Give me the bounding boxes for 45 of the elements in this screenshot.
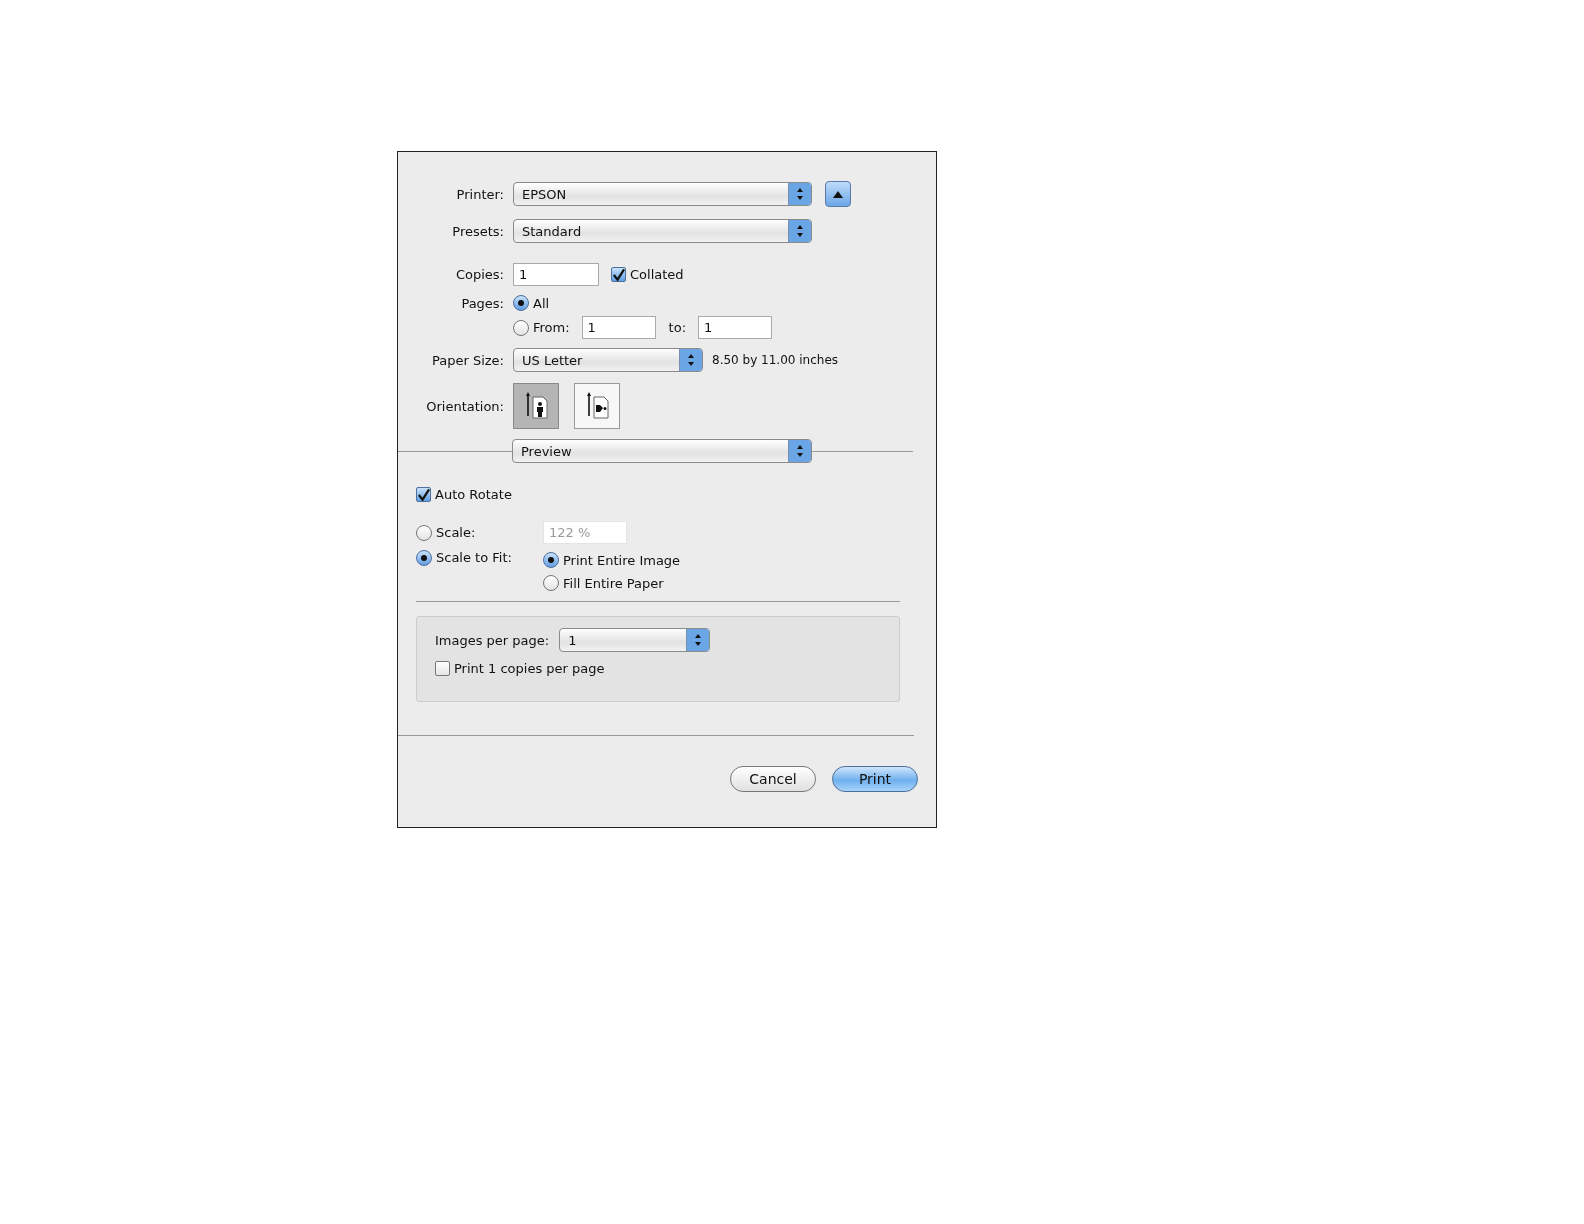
updown-arrows-icon xyxy=(686,629,710,651)
updown-arrows-icon xyxy=(788,220,811,242)
field-label: Pages: xyxy=(460,295,504,311)
radio-label: Scale: xyxy=(436,525,477,540)
radio-button[interactable] xyxy=(513,295,529,311)
radio-label: From: xyxy=(533,320,570,335)
field-label: to: xyxy=(668,320,687,335)
updown-arrows-icon xyxy=(788,440,811,462)
print-button[interactable]: Print xyxy=(832,766,918,792)
checkbox[interactable] xyxy=(435,661,450,676)
field-label: Images per page: xyxy=(435,632,550,648)
presets-popup[interactable]: Standard xyxy=(513,219,812,243)
printer-popup[interactable]: EPSON xyxy=(513,182,812,206)
radio-label: Fill Entire Paper xyxy=(563,575,664,591)
checkbox-label: Collated xyxy=(630,267,684,282)
updown-arrows-icon xyxy=(788,183,811,205)
updown-arrows-icon xyxy=(679,349,702,371)
disclosure-button[interactable] xyxy=(825,181,851,207)
radio-button[interactable] xyxy=(543,552,559,568)
copies-field[interactable]: 1 xyxy=(513,263,599,286)
images-per-page-popup[interactable]: 1 xyxy=(559,628,711,652)
radio-label: Print Entire Image xyxy=(563,552,681,568)
checkbox-label: Print 1 copies per page xyxy=(454,661,605,676)
field-label: Paper Size: xyxy=(431,352,504,368)
radio-button[interactable] xyxy=(416,550,432,566)
radio-label: All xyxy=(533,295,550,311)
section-popup[interactable]: Preview xyxy=(512,439,812,463)
checkbox-label: Auto Rotate xyxy=(435,487,512,502)
radio-label: Scale to Fit: xyxy=(436,550,513,565)
to-field[interactable]: 1 xyxy=(698,316,773,339)
radio-button[interactable] xyxy=(513,319,529,336)
field-label: Printer: xyxy=(455,186,504,202)
cancel-button[interactable]: Cancel xyxy=(730,766,816,792)
checkbox[interactable] xyxy=(611,267,626,282)
checkbox[interactable] xyxy=(416,487,431,502)
field-label: Copies: xyxy=(454,267,504,282)
paper-dimensions: 8.50 by 11.00 inches xyxy=(712,353,838,367)
orientation-button[interactable] xyxy=(513,383,559,429)
paper-size-popup[interactable]: US Letter xyxy=(513,348,703,372)
radio-button[interactable] xyxy=(543,575,559,591)
orientation-button[interactable] xyxy=(574,383,620,429)
triangle-up-icon xyxy=(833,190,843,198)
field-label: Presets: xyxy=(451,223,504,239)
field-label: Orientation: xyxy=(425,398,504,414)
from-field[interactable]: 1 xyxy=(581,316,656,339)
